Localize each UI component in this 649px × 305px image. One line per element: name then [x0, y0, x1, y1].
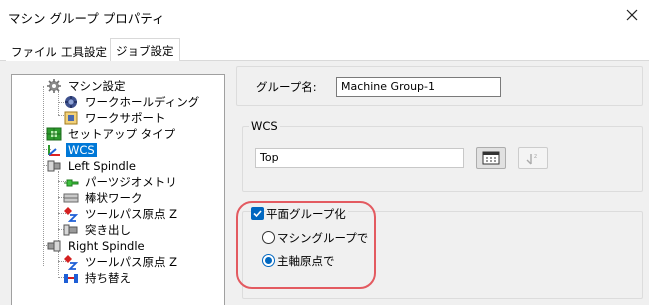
view-manager-button[interactable]: [476, 147, 506, 169]
tree-item-label: ワークサポート: [85, 111, 166, 125]
bar-stock-icon: [63, 193, 79, 203]
tree-item-label: パーツジオメトリ: [85, 175, 177, 189]
stickout-icon: [63, 224, 78, 236]
tab-file[interactable]: ファイル: [6, 42, 62, 61]
tree-item-label: 持ち替え: [85, 271, 131, 285]
tree-item-workholding[interactable]: ワークホールディング: [63, 94, 201, 110]
workholding-icon: [65, 96, 77, 108]
tree-item-bar-stock[interactable]: 棒状ワーク: [63, 190, 145, 206]
toolpath-origin-icon: [64, 255, 79, 270]
tree-item-label: マシン設定: [68, 79, 126, 93]
tree-item-label: セットアップ タイプ: [68, 127, 176, 141]
tree-item-worksupport[interactable]: ワークサポート: [63, 110, 168, 126]
view-grid-icon: [482, 151, 500, 165]
radio-by-spindle-origin[interactable]: [262, 254, 275, 267]
wcs-view-field: Top: [255, 148, 464, 168]
tab-tool-settings[interactable]: 工具設定: [56, 42, 112, 61]
tab-job-settings[interactable]: ジョブ設定: [110, 38, 180, 62]
tree-item-part-geometry[interactable]: パーツジオメトリ: [63, 174, 179, 190]
svg-text:z: z: [534, 153, 537, 160]
gear-icon: [47, 79, 61, 93]
tab-strip: ファイル 工具設定 ジョブ設定: [0, 38, 649, 62]
tree-item-label: 突き出し: [85, 223, 131, 237]
tree-item-label: Left Spindle: [68, 159, 136, 173]
spindle-icon: [47, 160, 61, 172]
tree-item-toolpath-origin-z-left[interactable]: ツールパス原点 Z: [63, 206, 179, 222]
window-title: マシン グループ プロパティ: [8, 11, 165, 26]
title-bar: マシン グループ プロパティ: [0, 0, 649, 32]
transfer-icon: [64, 274, 78, 283]
tree-item-left-spindle[interactable]: Left Spindle: [46, 158, 138, 174]
radio-by-machine-group-label: マシングループで: [277, 231, 369, 245]
tree-item-toolpath-origin-z-right[interactable]: ツールパス原点 Z: [63, 254, 179, 270]
select-view-button[interactable]: z: [518, 147, 548, 169]
tree-item-label: ツールパス原点 Z: [85, 207, 178, 221]
tree-item-machine-settings[interactable]: マシン設定: [46, 78, 128, 94]
close-icon[interactable]: [621, 4, 643, 26]
group-name-label: グループ名:: [256, 80, 317, 94]
tree-item-label: Right Spindle: [68, 239, 145, 253]
worksupport-icon: [64, 111, 78, 125]
wcs-group-title: WCS: [249, 119, 280, 133]
tree-item-label: ツールパス原点 Z: [85, 255, 178, 269]
settings-tree[interactable]: マシン設定 ワークホールディング ワークサポート セットアップ タイプ WCS …: [11, 74, 225, 305]
setup-type-icon: [46, 127, 62, 141]
tree-item-label: 棒状ワーク: [85, 191, 143, 205]
plane-grouping-checkbox[interactable]: [251, 207, 264, 220]
tab-panel: マシン設定 ワークホールディング ワークサポート セットアップ タイプ WCS …: [0, 61, 649, 305]
tree-item-right-spindle[interactable]: Right Spindle: [46, 238, 147, 254]
radio-by-spindle-origin-label: 主軸原点で: [277, 254, 335, 268]
axis-select-icon: z: [526, 153, 537, 165]
tree-item-label: ワークホールディング: [85, 95, 200, 109]
part-geometry-icon: [64, 179, 79, 187]
tree-item-label: WCS: [66, 143, 97, 157]
group-name-input[interactable]: Machine Group-1: [336, 77, 501, 97]
tree-item-stickout[interactable]: 突き出し: [63, 222, 133, 238]
plane-grouping-label: 平面グループ化: [266, 206, 348, 222]
toolpath-origin-icon: [64, 207, 79, 222]
tree-item-wcs[interactable]: WCS: [46, 142, 97, 158]
tree-item-setup-type[interactable]: セットアップ タイプ: [46, 126, 177, 142]
radio-by-machine-group[interactable]: [262, 231, 275, 244]
spindle-icon: [47, 240, 61, 252]
tree-item-transfer[interactable]: 持ち替え: [63, 270, 133, 286]
wcs-axis-icon: [48, 145, 60, 156]
